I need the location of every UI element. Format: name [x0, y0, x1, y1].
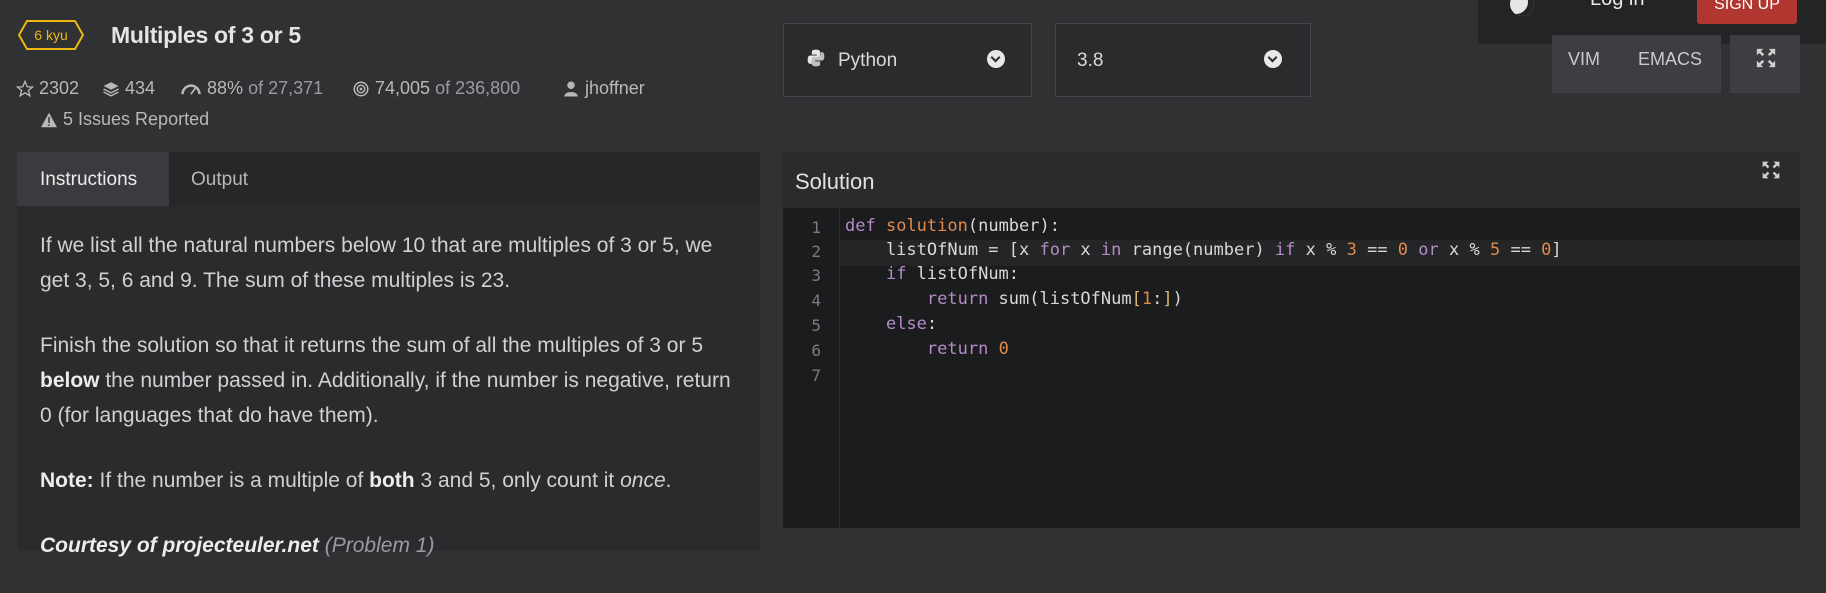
code-lines: def solution(number): listOfNum = [x for…: [783, 208, 1800, 528]
courtesy-link[interactable]: Courtesy of projecteuler.net: [40, 534, 319, 557]
instruction-paragraph: Finish the solution so that it returns t…: [40, 334, 731, 427]
code-line: return sum(listOfNum[1:]): [926, 289, 1183, 309]
tab-output[interactable]: Output: [169, 152, 279, 206]
satisfaction-gauge-icon: [181, 84, 201, 95]
instructions-content: If we list all the natural numbers below…: [40, 228, 740, 593]
target-icon: [353, 81, 369, 97]
issues-link[interactable]: 5 Issues Reported: [40, 109, 209, 130]
chevron-down-icon: [987, 50, 1005, 68]
user-icon: [564, 81, 578, 97]
python-logo-icon: [807, 49, 825, 67]
code-line: if listOfNum:: [885, 264, 1020, 284]
satisfaction-stat: 88% of 27,371: [180, 78, 323, 99]
warning-icon: [41, 112, 57, 128]
solution-header: Solution: [783, 152, 1800, 208]
expand-icon: [1756, 48, 1776, 68]
login-link[interactable]: Log in: [1590, 0, 1645, 11]
signup-button[interactable]: SIGN UP: [1697, 0, 1797, 24]
instruction-courtesy: Courtesy of projecteuler.net (Problem 1): [40, 534, 435, 557]
author-stat[interactable]: jhoffner: [562, 78, 645, 99]
emacs-mode-button[interactable]: EMACS: [1638, 49, 1702, 70]
kata-title: Multiples of 3 or 5: [111, 22, 301, 48]
instruction-paragraph: If we list all the natural numbers below…: [40, 234, 713, 292]
language-select[interactable]: Python: [783, 23, 1032, 97]
completed-stat: 74,005 of 236,800: [352, 78, 520, 99]
editor-mode-group: VIM EMACS: [1552, 35, 1721, 93]
stars-stat[interactable]: 2302: [16, 78, 79, 99]
version-value: 3.8: [1077, 50, 1104, 71]
instruction-note: Note: If the number is a multiple of bot…: [40, 469, 672, 492]
tab-instructions[interactable]: Instructions: [17, 152, 169, 206]
chevron-down-icon: [1264, 50, 1282, 68]
star-icon: [16, 80, 34, 98]
fullscreen-button[interactable]: [1730, 35, 1800, 93]
version-select[interactable]: 3.8: [1055, 23, 1311, 97]
language-value: Python: [838, 50, 898, 71]
code-line: return 0: [926, 339, 1009, 359]
vim-mode-button[interactable]: VIM: [1568, 49, 1600, 70]
layers-icon: [103, 82, 119, 97]
code-line: else:: [885, 314, 938, 334]
solution-title: Solution: [795, 169, 875, 194]
code-line: def solution(number):: [845, 216, 1060, 236]
collections-stat[interactable]: 434: [102, 78, 155, 99]
solution-expand-icon[interactable]: [1761, 160, 1781, 180]
rank-badge: 6 kyu: [18, 20, 84, 50]
code-line: listOfNum = [x for x in range(number) if…: [845, 240, 1562, 260]
rank-label: 6 kyu: [34, 27, 68, 43]
